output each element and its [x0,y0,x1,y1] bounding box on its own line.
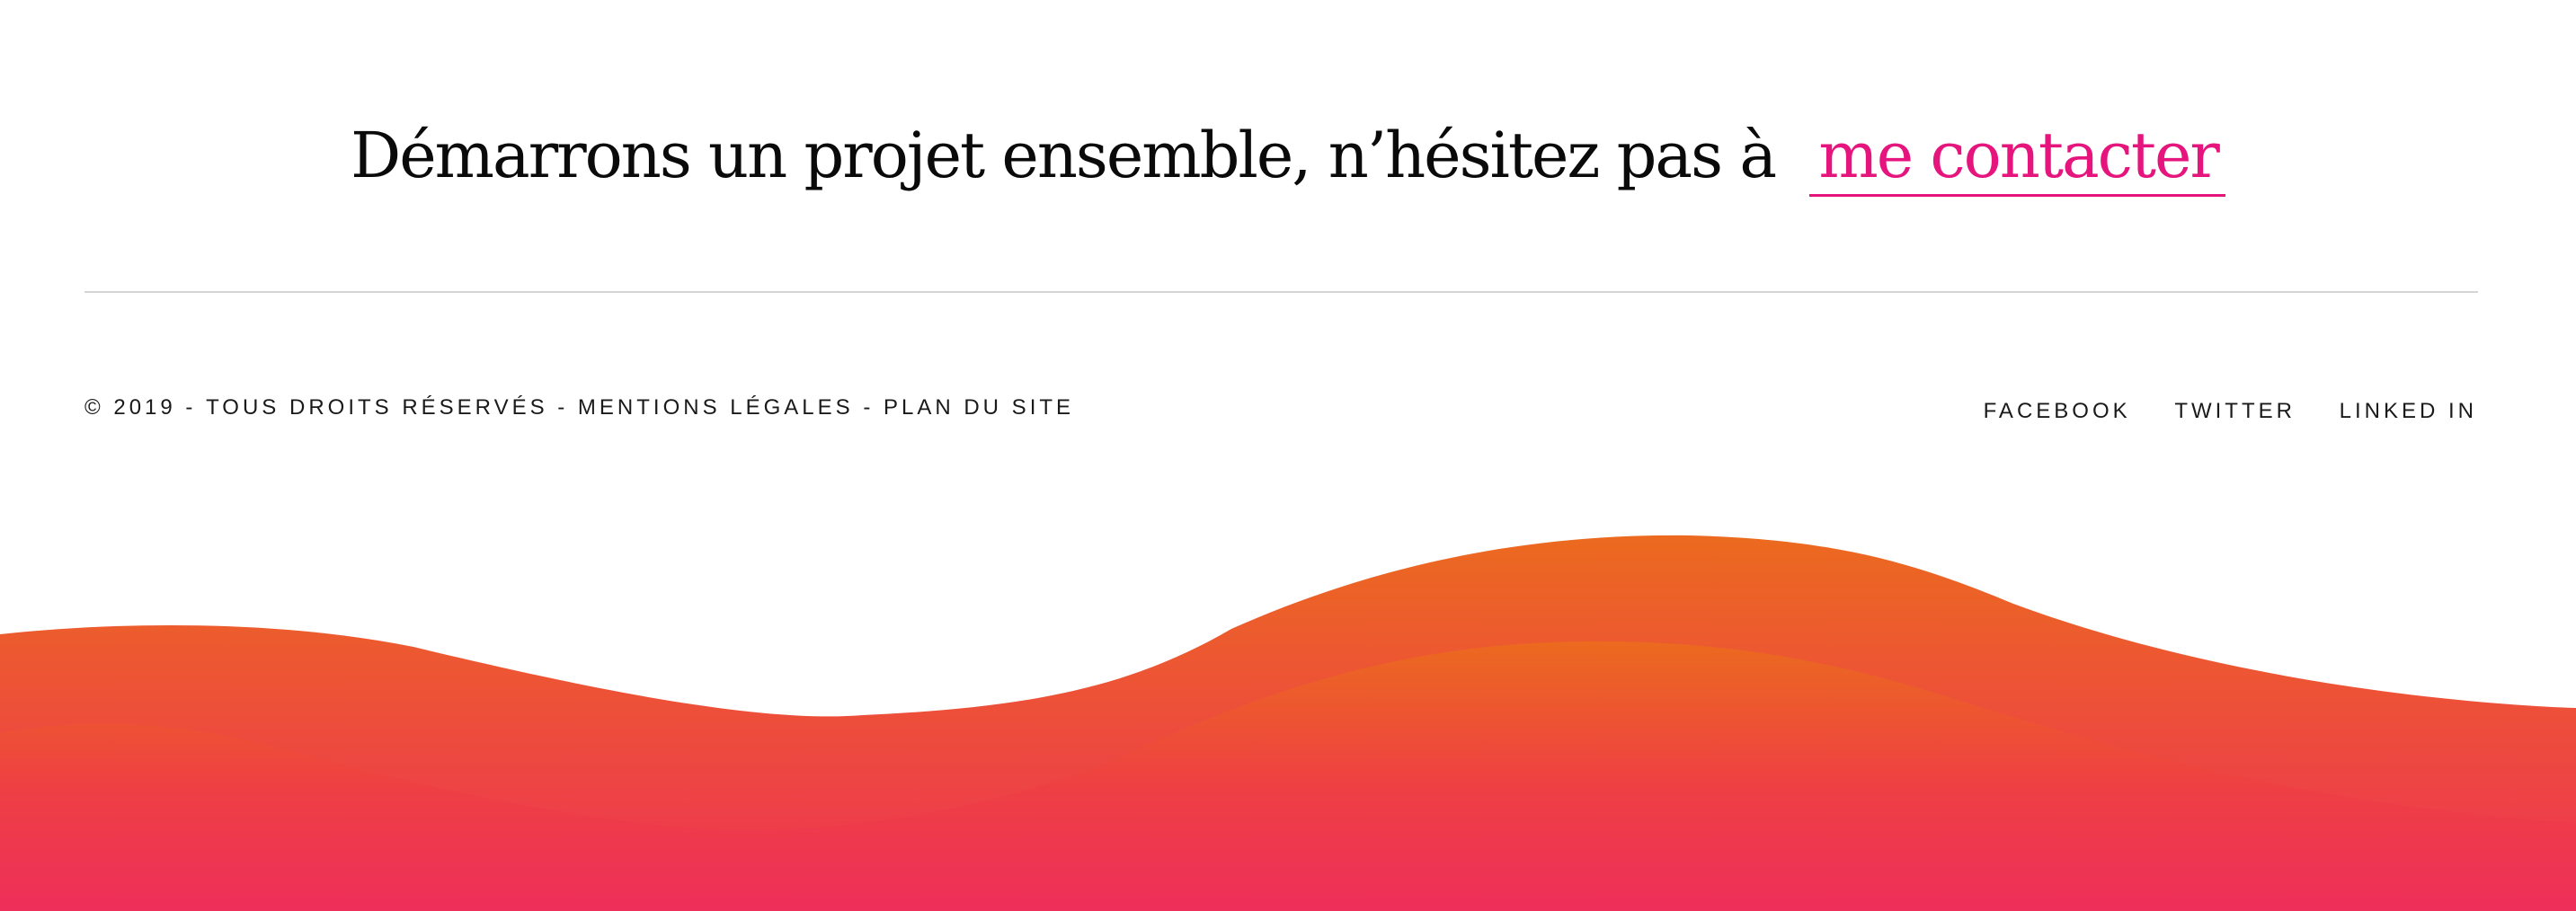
decorative-waves [0,535,2576,911]
legal-notice-link[interactable]: MENTIONS LÉGALES [578,395,854,420]
footer-legal-links: © 2019 - TOUS DROITS RÉSERVÉS - MENTIONS… [84,395,1074,420]
separator: - [175,395,207,420]
footer-divider [84,291,2478,293]
twitter-link[interactable]: TWITTER [2174,399,2296,423]
contact-link[interactable]: me contacter [1809,117,2225,197]
cta-text: Démarrons un projet ensemble, n’hésitez … [351,119,1777,192]
social-links: FACEBOOK TWITTER LINKED IN [1950,399,2477,424]
sitemap-link[interactable]: PLAN DU SITE [884,395,1074,420]
footer-page: Démarrons un projet ensemble, n’hésitez … [0,0,2576,911]
copyright-text: © 2019 [84,395,176,420]
separator: - [853,395,884,420]
facebook-link[interactable]: FACEBOOK [1984,399,2131,423]
contact-call-to-action: Démarrons un projet ensemble, n’hésitez … [0,115,2576,197]
separator: - [547,395,578,420]
rights-text: TOUS DROITS RÉSERVÉS [206,395,548,420]
linkedin-link[interactable]: LINKED IN [2340,399,2477,423]
